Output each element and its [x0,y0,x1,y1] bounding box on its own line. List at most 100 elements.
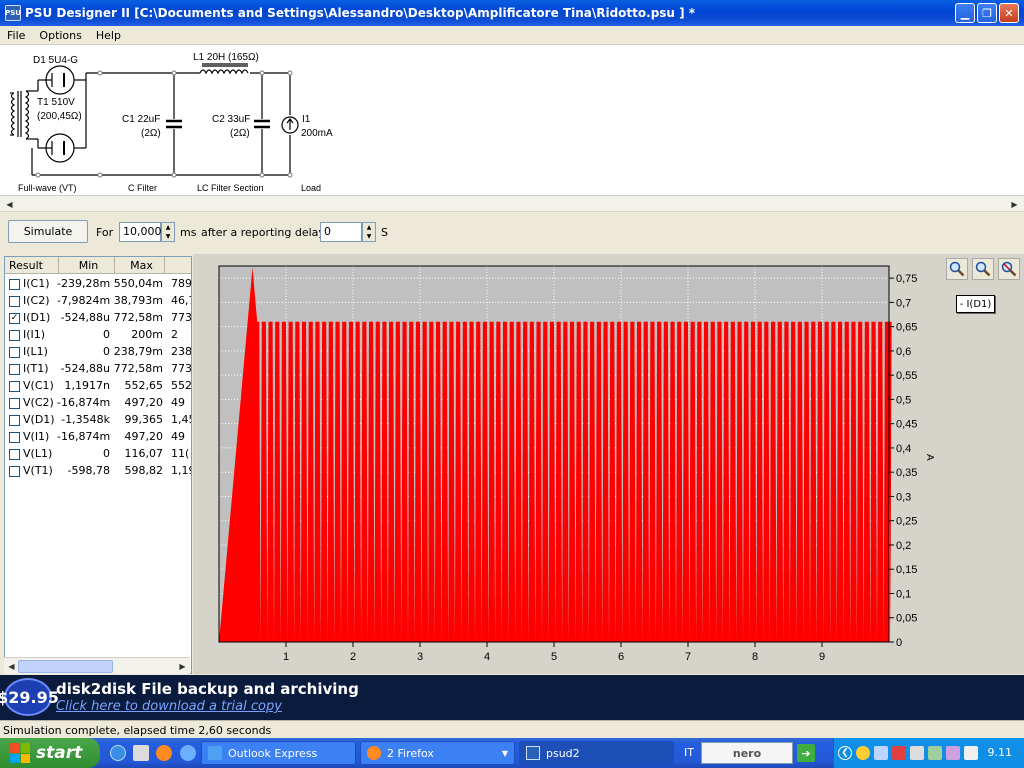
schematic-scrollbar[interactable]: ◀ ▶ [0,195,1024,212]
ie-icon[interactable] [110,745,126,761]
result-max: 598,82 [124,464,164,477]
price-badge: $29.95 [0,678,59,716]
result-extra: 1,19 [171,464,191,477]
network-icon[interactable] [874,746,888,760]
result-name: V(C2) [23,396,54,409]
x-tick-label: 9 [819,651,825,663]
duration-input[interactable]: 10,000 [119,222,162,242]
duration-spinner[interactable]: ▲ ▼ [161,222,175,242]
column-header-max[interactable]: Max [115,257,165,274]
result-checkbox[interactable] [9,381,20,392]
result-row[interactable]: I(C2) -7,9824m38,793m 46,7 [5,293,191,310]
column-header-min[interactable]: Min [59,257,115,274]
results-list[interactable]: Result Min Max I(C1)-239,28m550,04m789,I… [4,256,192,674]
result-checkbox[interactable] [9,296,20,307]
start-button[interactable]: start [0,738,100,768]
task-firefox[interactable]: 2 Firefox ▼ [360,741,515,765]
close-button[interactable]: ✕ [999,3,1019,23]
result-row[interactable]: V(L1) 0 116,07 11( [5,446,191,463]
result-row[interactable]: V(C2) -16,874m 497,20 49 [5,395,191,412]
i1-label: I1 [302,114,311,125]
zoom-out-icon[interactable] [972,258,994,280]
maximize-button[interactable]: ❐ [977,3,997,23]
section-fullwave-label: Full-wave (VT) [18,183,77,193]
result-max: 772,58m [113,362,163,375]
nero-search-box[interactable]: nero [701,742,793,764]
result-row[interactable]: I(I1) 0 200m 2 [5,327,191,344]
y-tick-label: 0,45 [896,419,917,431]
chevron-left-icon[interactable]: ❮ [838,746,852,760]
result-row[interactable]: I(L1) 0238,79m 238, [5,344,191,361]
delay-spinner[interactable]: ▲ ▼ [362,222,376,242]
menu-help[interactable]: Help [89,29,128,42]
y-tick-label: 0 [896,637,902,649]
result-checkbox[interactable] [9,466,20,477]
result-checkbox[interactable] [9,330,20,341]
c2-label: C2 33uF [212,114,250,125]
result-checkbox[interactable] [9,415,20,426]
scroll-thumb[interactable] [18,660,113,673]
result-checkbox[interactable]: ✓ [9,313,20,324]
volume-icon[interactable] [910,746,924,760]
zoom-reset-icon[interactable] [998,258,1020,280]
scroll-left-arrow-icon[interactable]: ◀ [2,197,17,211]
result-checkbox[interactable] [9,347,20,358]
banner-download-link[interactable]: Click here to download a trial copy [56,699,282,714]
results-scrollbar[interactable]: ◀ ▶ [4,657,190,674]
ad-banner[interactable]: $29.95 disk2disk File backup and archivi… [0,675,1024,720]
result-row[interactable]: I(C1) -239,28m550,04m 789, [5,276,191,293]
scroll-right-arrow-icon[interactable]: ▶ [175,659,190,673]
result-max: 497,20 [124,430,164,443]
result-extra: 1,45 [171,413,191,426]
result-row[interactable]: V(T1) -598,78 598,82 1,19 [5,463,191,480]
taskbar: start Outlook Express 2 Firefox ▼ psud2 … [0,738,1024,768]
delay-input[interactable]: 0 [320,222,362,242]
firefox-icon[interactable] [156,745,172,761]
result-checkbox[interactable] [9,449,20,460]
schematic-canvas[interactable]: D1 5U4-G L1 20H (165Ω) T1 510V (200,45Ω)… [0,45,1024,195]
messenger-icon[interactable] [856,746,870,760]
current-plot[interactable]: 0 0,05 0,1 0,15 0,2 0,25 0,3 0,35 0,4 0,45 0,5 0,55… [193,254,953,674]
result-checkbox[interactable] [9,432,20,443]
delay-label: after a reporting delay of [201,226,340,239]
x-tick-label: 6 [618,651,624,663]
ms-label: ms [180,226,197,239]
menu-options[interactable]: Options [32,29,88,42]
y-tick-label: 0,6 [896,346,911,358]
bluetooth-icon[interactable] [964,746,978,760]
task-psud2-label: psud2 [546,746,580,760]
arrow-right-icon[interactable]: ➔ [797,744,815,762]
result-row[interactable]: V(I1) -16,874m 497,20 49 [5,429,191,446]
scroll-left-arrow-icon[interactable]: ◀ [4,659,19,673]
scroll-right-arrow-icon[interactable]: ▶ [1007,197,1022,211]
result-row[interactable]: I(T1) -524,88u772,58m 773, [5,361,191,378]
result-row[interactable]: ✓I(D1) -524,88u772,58m 773, [5,310,192,327]
y-tick-label: 0,3 [896,491,911,503]
language-indicator[interactable]: IT [684,746,694,759]
result-row[interactable]: V(D1) -1,3548k 99,365 1,45 [5,412,191,429]
menu-file[interactable]: File [0,29,32,42]
nero-label: nero [732,746,762,760]
result-row[interactable]: V(C1) 1,1917n 552,65 552 [5,378,191,395]
simulate-button[interactable]: Simulate [8,220,88,243]
task-outlook-express[interactable]: Outlook Express [201,741,356,765]
result-max: 550,04m [113,277,163,290]
status-bar: Simulation complete, elapsed time 2,60 s… [0,720,1024,738]
minimize-button[interactable]: ▁ [955,3,975,23]
result-extra: 49 [171,396,185,409]
zoom-in-icon[interactable] [946,258,968,280]
result-name: I(C2) [23,294,50,307]
media-icon[interactable] [180,745,196,761]
result-checkbox[interactable] [9,398,20,409]
result-checkbox[interactable] [9,279,20,290]
task-psud2[interactable]: psud2 [519,741,674,765]
result-min: -524,88u [60,362,110,375]
column-header-extra[interactable] [165,257,191,274]
usb-icon[interactable] [928,746,942,760]
result-extra: 773, [171,311,192,324]
tray-app-icon[interactable] [946,746,960,760]
desktop-icon[interactable] [133,745,149,761]
result-checkbox[interactable] [9,364,20,375]
column-header-result[interactable]: Result [5,257,59,274]
security-icon[interactable] [892,746,906,760]
